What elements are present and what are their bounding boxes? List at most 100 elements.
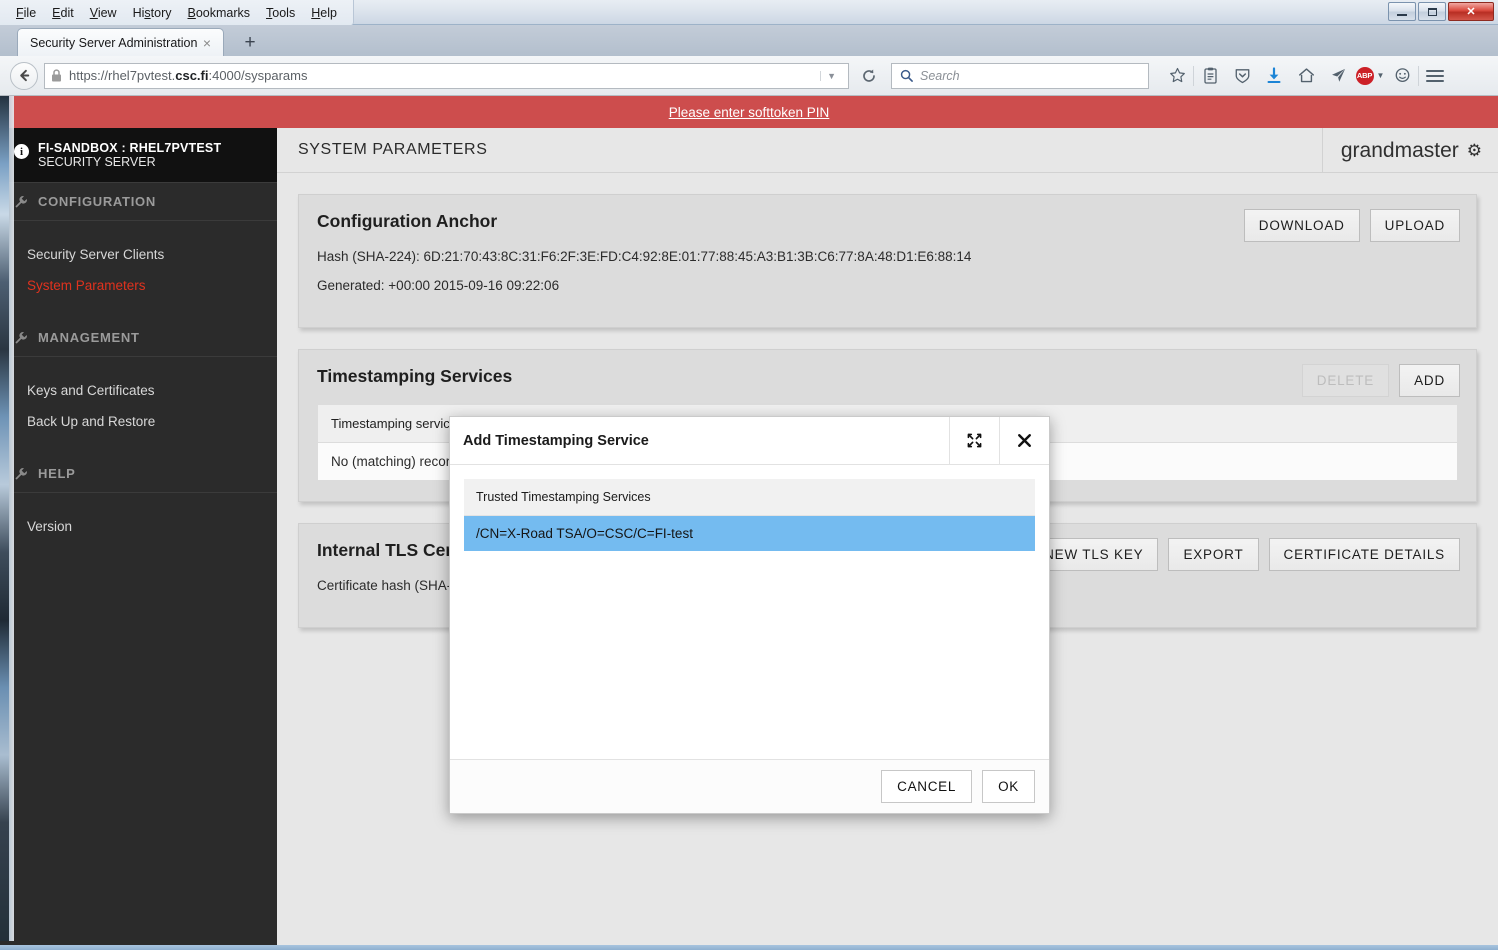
home-icon[interactable] xyxy=(1290,61,1322,91)
search-icon xyxy=(900,69,913,82)
timestamping-actions: DELETE ADD xyxy=(1301,364,1460,397)
back-arrow-icon xyxy=(19,69,29,82)
wrench-icon xyxy=(15,467,27,480)
close-button[interactable]: ✕ xyxy=(1448,2,1494,21)
chat-icon[interactable] xyxy=(1386,61,1418,91)
sidebar-section-management: MANAGEMENT xyxy=(0,319,277,357)
menu-file[interactable]: File xyxy=(8,3,44,23)
user-menu[interactable]: grandmaster ⚙ xyxy=(1321,128,1498,173)
export-button[interactable]: EXPORT xyxy=(1168,538,1259,571)
menu-history[interactable]: History xyxy=(125,3,180,23)
url-bar[interactable]: https://rhel7pvtest.csc.fi:4000/sysparam… xyxy=(44,62,849,89)
sidebar-server-name: FI-SANDBOX : RHEL7PVTEST xyxy=(38,141,222,155)
sidebar-item-system-parameters[interactable]: System Parameters xyxy=(0,270,277,301)
cancel-button[interactable]: CANCEL xyxy=(881,770,973,803)
sidebar-item-security-server-clients[interactable]: Security Server Clients xyxy=(0,239,277,270)
sidebar-server-header: i FI-SANDBOX : RHEL7PVTEST SECURITY SERV… xyxy=(0,128,277,182)
page-title: SYSTEM PARAMETERS xyxy=(298,141,488,158)
search-input[interactable]: Search xyxy=(891,62,1149,89)
menu-view[interactable]: View xyxy=(82,3,125,23)
menu-tools[interactable]: Tools xyxy=(258,3,303,23)
sidebar-section-label: HELP xyxy=(38,466,76,481)
reload-button[interactable] xyxy=(855,62,883,90)
ok-button[interactable]: OK xyxy=(982,770,1035,803)
tab-security-server-administration[interactable]: Security Server Administration × xyxy=(17,28,224,56)
sidebar-section-help: HELP xyxy=(0,455,277,493)
url-text: https://rhel7pvtest.csc.fi:4000/sysparam… xyxy=(69,68,308,83)
dialog-footer: CANCEL OK xyxy=(450,759,1049,813)
sidebar-item-version[interactable]: Version xyxy=(0,511,277,542)
dialog-header: Add Timestamping Service xyxy=(450,417,1049,465)
expand-icon[interactable] xyxy=(949,417,999,464)
download-button[interactable]: DOWNLOAD xyxy=(1243,209,1360,242)
list-item[interactable]: /CN=X-Road TSA/O=CSC/C=FI-test xyxy=(464,515,1035,551)
anchor-actions: DOWNLOAD UPLOAD xyxy=(1243,209,1460,242)
adblock-plus-icon[interactable]: ABP ▼ xyxy=(1354,61,1386,91)
tsa-label[interactable]: /CN=X-Road TSA/O=CSC/C=FI-test xyxy=(464,515,1035,551)
add-button[interactable]: ADD xyxy=(1399,364,1460,397)
downloads-icon[interactable] xyxy=(1258,61,1290,91)
new-tab-button[interactable]: + xyxy=(236,32,264,54)
trusted-timestamping-services-table: Trusted Timestamping Services /CN=X-Road… xyxy=(464,479,1035,551)
tab-close-icon[interactable]: × xyxy=(199,36,215,50)
card-configuration-anchor: Configuration Anchor Hash (SHA-224): 6D:… xyxy=(298,194,1477,328)
pocket-shield-icon[interactable] xyxy=(1226,61,1258,91)
upload-button[interactable]: UPLOAD xyxy=(1369,209,1460,242)
minimize-icon xyxy=(1397,13,1407,16)
certificate-details-button[interactable]: CERTIFICATE DETAILS xyxy=(1268,538,1460,571)
gear-icon[interactable]: ⚙ xyxy=(1467,141,1482,161)
wrench-icon xyxy=(15,195,27,208)
maximize-icon xyxy=(1427,7,1437,16)
alert-bar: Please enter softtoken PIN xyxy=(0,96,1498,128)
anchor-hash: Hash (SHA-224): 6D:21:70:43:8C:31:F6:2F:… xyxy=(317,249,972,264)
maximize-button[interactable] xyxy=(1418,2,1446,21)
user-name: grandmaster xyxy=(1340,138,1459,162)
window-bottom-border xyxy=(0,945,1498,950)
search-placeholder: Search xyxy=(920,68,960,83)
minimize-button[interactable] xyxy=(1388,2,1416,21)
menu-edit[interactable]: Edit xyxy=(44,3,82,23)
sidebar-item-keys-and-certificates[interactable]: Keys and Certificates xyxy=(0,375,277,406)
card-title: Timestamping Services xyxy=(317,366,513,386)
toolbar-icons: ABP ▼ xyxy=(1161,61,1451,91)
column-trusted-timestamping-services: Trusted Timestamping Services xyxy=(464,479,1035,516)
browser-window: File Edit View History Bookmarks Tools H… xyxy=(0,0,1498,950)
window-controls: ✕ xyxy=(1388,2,1494,21)
dialog-title: Add Timestamping Service xyxy=(463,432,649,449)
bookmark-star-icon[interactable] xyxy=(1161,61,1193,91)
menu-help[interactable]: Help xyxy=(303,3,345,23)
reload-icon xyxy=(863,69,875,82)
sidebar-section-configuration: CONFIGURATION xyxy=(0,182,277,221)
sidebar-item-back-up-and-restore[interactable]: Back Up and Restore xyxy=(0,406,277,437)
url-dropdown-icon[interactable]: ▼ xyxy=(820,70,842,81)
chevron-down-icon: ▼ xyxy=(1376,71,1385,80)
table-header-row: Trusted Timestamping Services xyxy=(464,479,1035,516)
sidebar-section-label: CONFIGURATION xyxy=(38,194,156,209)
anchor-generated: Generated: +00:00 2015-09-16 09:22:06 xyxy=(317,278,560,293)
tab-strip: Security Server Administration × + xyxy=(0,25,1498,56)
main-header: SYSTEM PARAMETERS grandmaster ⚙ xyxy=(277,128,1498,173)
back-button[interactable] xyxy=(10,61,38,90)
page-scroll-edge-inner xyxy=(0,96,9,941)
softtoken-pin-link[interactable]: Please enter softtoken PIN xyxy=(669,105,830,120)
reading-list-icon[interactable] xyxy=(1194,61,1226,91)
window-titlebar: File Edit View History Bookmarks Tools H… xyxy=(0,0,1498,25)
sidebar: i FI-SANDBOX : RHEL7PVTEST SECURITY SERV… xyxy=(0,128,277,950)
dialog-body: Trusted Timestamping Services /CN=X-Road… xyxy=(450,465,1049,759)
expand-arrows-icon xyxy=(967,433,982,448)
send-tab-icon[interactable] xyxy=(1322,61,1354,91)
page-content: Please enter softtoken PIN i FI-SANDBOX … xyxy=(0,96,1498,950)
abp-badge: ABP xyxy=(1355,66,1374,85)
wrench-icon xyxy=(15,331,27,344)
menu-bookmarks[interactable]: Bookmarks xyxy=(180,3,259,23)
sidebar-section-label: MANAGEMENT xyxy=(38,330,140,345)
hamburger-menu-icon[interactable] xyxy=(1419,61,1451,91)
delete-button: DELETE xyxy=(1301,364,1390,397)
tab-label: Security Server Administration xyxy=(30,35,198,50)
close-icon[interactable] xyxy=(999,417,1049,464)
